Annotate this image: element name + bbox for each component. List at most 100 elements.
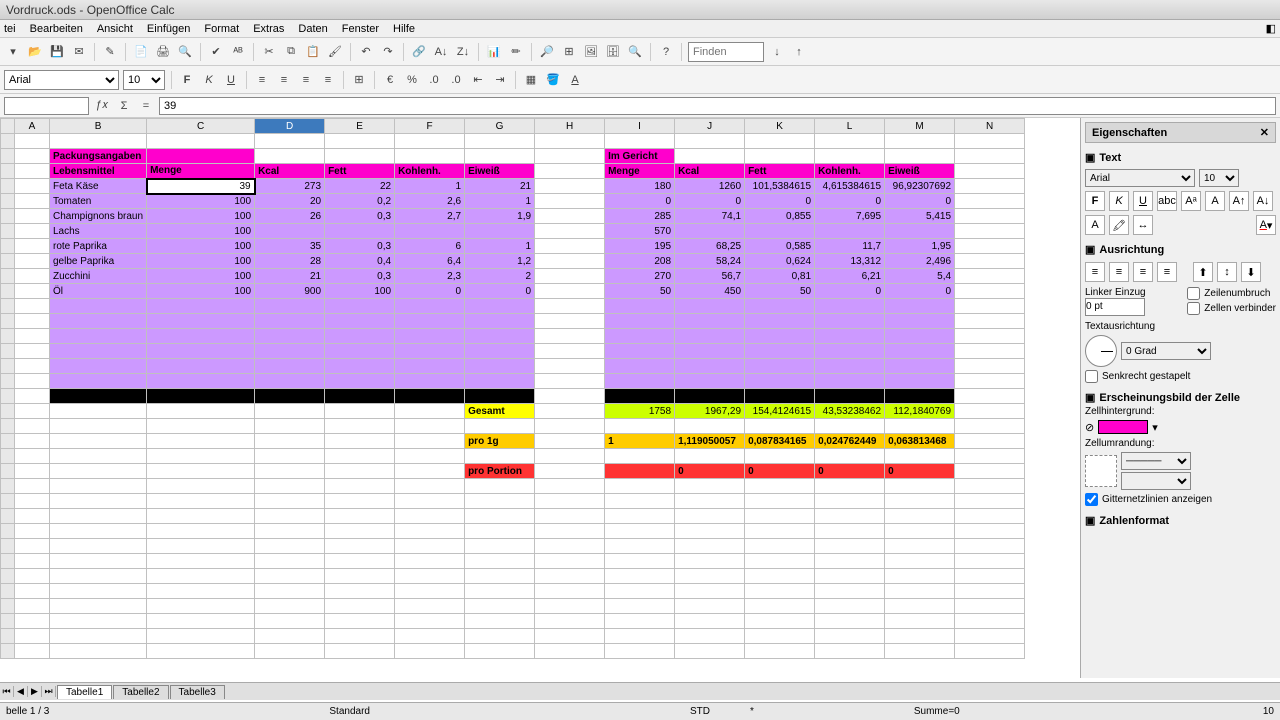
cell[interactable]: 100 xyxy=(147,224,255,239)
cell[interactable]: 39 xyxy=(147,179,255,194)
cell[interactable] xyxy=(955,554,1025,569)
cell[interactable] xyxy=(955,599,1025,614)
cell[interactable] xyxy=(15,479,50,494)
cell[interactable] xyxy=(885,584,955,599)
cell[interactable]: 195 xyxy=(605,239,675,254)
cell[interactable] xyxy=(605,299,675,314)
cell[interactable]: Im Gericht xyxy=(605,149,675,164)
cell[interactable]: 5,4 xyxy=(885,269,955,284)
extension-icon[interactable]: ◧ xyxy=(1266,22,1276,35)
row-header[interactable] xyxy=(1,374,15,389)
cell[interactable]: 1,9 xyxy=(465,209,535,224)
cell[interactable] xyxy=(745,539,815,554)
cell[interactable]: 0 xyxy=(885,284,955,299)
cell[interactable] xyxy=(605,599,675,614)
row-header[interactable] xyxy=(1,419,15,434)
cell[interactable] xyxy=(955,524,1025,539)
cell[interactable] xyxy=(15,614,50,629)
col-header-G[interactable]: G xyxy=(465,119,535,134)
cell[interactable] xyxy=(15,149,50,164)
cell[interactable] xyxy=(535,254,605,269)
tab-first-icon[interactable]: ⏮ xyxy=(0,686,14,697)
cell[interactable] xyxy=(815,344,885,359)
cell[interactable]: 2,7 xyxy=(395,209,465,224)
fontcolor-icon[interactable]: A xyxy=(566,71,584,89)
cell[interactable]: Feta Käse xyxy=(50,179,147,194)
cell[interactable] xyxy=(955,569,1025,584)
sb-grow-icon[interactable]: A↑ xyxy=(1229,191,1249,211)
cell[interactable] xyxy=(605,479,675,494)
cell[interactable] xyxy=(955,194,1025,209)
sb-alignr-icon[interactable]: ≡ xyxy=(1133,262,1153,282)
cell[interactable] xyxy=(255,524,325,539)
cell[interactable] xyxy=(147,344,255,359)
cell[interactable] xyxy=(325,539,395,554)
cell[interactable] xyxy=(255,134,325,149)
formula-input[interactable] xyxy=(159,97,1276,115)
menu-ansicht[interactable]: Ansicht xyxy=(97,23,133,35)
cell[interactable] xyxy=(255,374,325,389)
cell[interactable] xyxy=(605,629,675,644)
cell[interactable]: 270 xyxy=(605,269,675,284)
cell[interactable]: 0,063813468 xyxy=(885,434,955,449)
cell[interactable] xyxy=(147,494,255,509)
autospell-icon[interactable]: ᴬᴮ xyxy=(229,43,247,61)
copy-icon[interactable]: ⧉ xyxy=(282,43,300,61)
cell[interactable]: 21 xyxy=(255,269,325,284)
cell[interactable] xyxy=(535,329,605,344)
font-name-select[interactable]: Arial xyxy=(4,70,119,90)
cell[interactable] xyxy=(50,494,147,509)
cell[interactable] xyxy=(745,584,815,599)
cut-icon[interactable]: ✂ xyxy=(260,43,278,61)
cell[interactable]: 285 xyxy=(605,209,675,224)
cell[interactable]: 2 xyxy=(465,269,535,284)
cell[interactable] xyxy=(745,389,815,404)
cell[interactable]: 22 xyxy=(325,179,395,194)
cell[interactable] xyxy=(50,374,147,389)
row-header[interactable] xyxy=(1,344,15,359)
gallery-icon[interactable]: 🖼 xyxy=(582,43,600,61)
cell[interactable] xyxy=(325,464,395,479)
font-size-select[interactable]: 10 xyxy=(123,70,165,90)
sb-super-icon[interactable]: Aᵃ xyxy=(1181,191,1201,211)
col-header-A[interactable]: A xyxy=(15,119,50,134)
cell[interactable] xyxy=(675,614,745,629)
sidebar-font-select[interactable]: Arial xyxy=(1085,169,1195,187)
italic-icon[interactable]: K xyxy=(200,71,218,89)
cell[interactable]: 0,855 xyxy=(745,209,815,224)
cell[interactable] xyxy=(395,149,465,164)
cell[interactable] xyxy=(535,494,605,509)
cell[interactable] xyxy=(535,194,605,209)
cell[interactable]: 68,25 xyxy=(675,239,745,254)
cell[interactable] xyxy=(395,329,465,344)
cell[interactable] xyxy=(745,329,815,344)
sb-valignt-icon[interactable]: ⬆ xyxy=(1193,262,1213,282)
cell[interactable] xyxy=(395,584,465,599)
cell[interactable] xyxy=(675,314,745,329)
row-header[interactable] xyxy=(1,209,15,224)
cell[interactable] xyxy=(50,569,147,584)
row-header[interactable] xyxy=(1,509,15,524)
cell[interactable] xyxy=(255,224,325,239)
cell[interactable] xyxy=(147,359,255,374)
gridlines-checkbox[interactable] xyxy=(1085,493,1098,506)
cell[interactable] xyxy=(535,419,605,434)
cell[interactable]: Fett xyxy=(325,164,395,179)
cell[interactable]: 0 xyxy=(745,464,815,479)
cell[interactable] xyxy=(955,434,1025,449)
sort-asc-icon[interactable]: A↓ xyxy=(432,43,450,61)
cell[interactable] xyxy=(255,554,325,569)
row-header[interactable] xyxy=(1,614,15,629)
spellcheck-icon[interactable]: ✔ xyxy=(207,43,225,61)
name-box[interactable] xyxy=(4,97,89,115)
cell[interactable]: 56,7 xyxy=(675,269,745,284)
cell[interactable] xyxy=(325,599,395,614)
cell[interactable] xyxy=(675,569,745,584)
cell[interactable] xyxy=(955,539,1025,554)
cell[interactable] xyxy=(15,344,50,359)
cell[interactable] xyxy=(465,524,535,539)
cell[interactable] xyxy=(955,479,1025,494)
cell[interactable] xyxy=(605,359,675,374)
cell[interactable] xyxy=(745,629,815,644)
cell[interactable] xyxy=(15,134,50,149)
